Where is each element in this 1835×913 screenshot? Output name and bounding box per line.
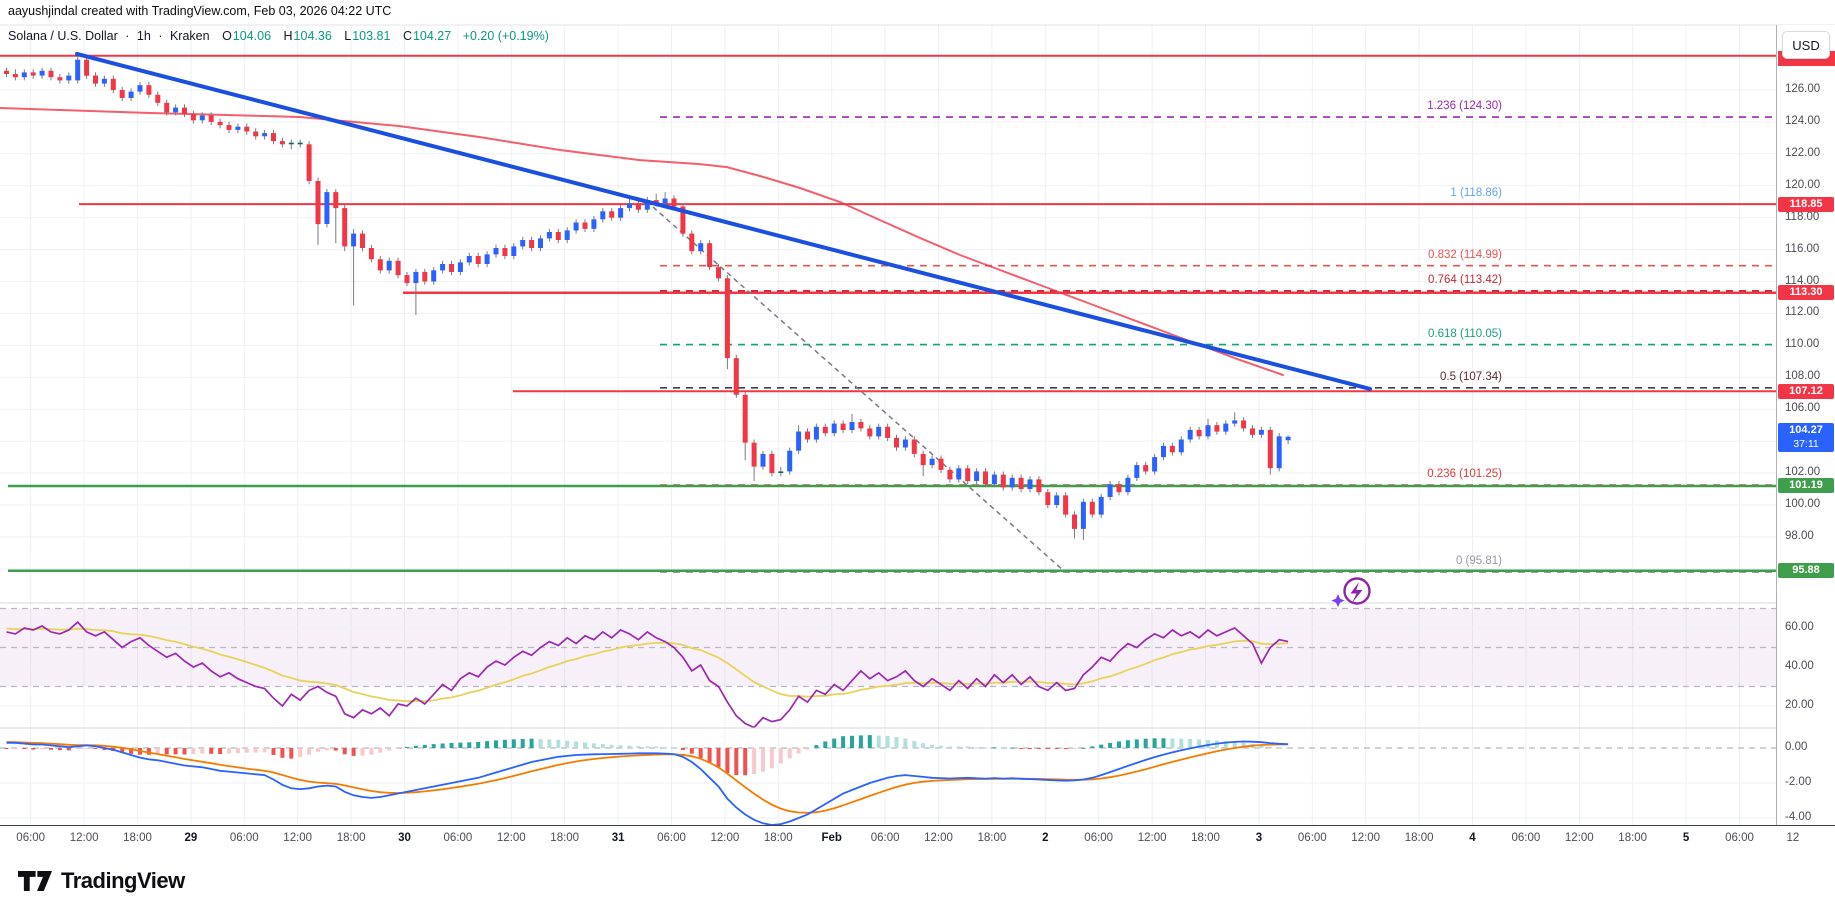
high-label: H: [283, 29, 293, 43]
price-line-label: 113.30: [1778, 285, 1834, 301]
symbol-name: Solana / U.S. Dollar: [8, 29, 118, 43]
time-label: 12: [1786, 832, 1800, 844]
time-label: 12:00: [924, 832, 953, 844]
price-tick-label: 108.00: [1785, 370, 1821, 383]
price-line-label: 118.85: [1778, 196, 1834, 212]
fib-level-label-0.5: 0.5 (107.34): [1439, 370, 1502, 383]
fib-level-label-1.236: 1.236 (124.30): [1427, 100, 1502, 113]
macd-tick-label: 0.00: [1785, 741, 1808, 753]
price-axis[interactable]: USD 126.00 124.00 122.00 120.00 118.00 116.00…: [1776, 25, 1835, 825]
time-label-major: 5: [1682, 832, 1690, 844]
time-label-major: 3: [1255, 832, 1263, 844]
price-tick-label: 116.00: [1785, 242, 1820, 255]
fib-level-label-0.618: 0.618 (110.05): [1428, 327, 1502, 340]
time-label: 18:00: [550, 832, 580, 844]
legend-separator: ·: [125, 29, 130, 43]
legend-separator: ·: [158, 29, 163, 43]
time-label: 12:00: [283, 832, 313, 844]
footer: TradingView: [0, 852, 1835, 913]
rsi-tick-label: 60.00: [1785, 621, 1814, 633]
bar-countdown: 37:11: [1793, 437, 1819, 450]
price-tick-label: 110.00: [1785, 338, 1820, 351]
tradingview-logo[interactable]: TradingView: [18, 866, 185, 896]
time-label: 12:00: [69, 832, 99, 844]
time-label: 06:00: [870, 832, 900, 844]
flash-sparkle-icon: [1330, 572, 1376, 615]
time-label: 06:00: [1084, 832, 1114, 844]
time-label: 06:00: [443, 832, 473, 844]
current-price-label: 104.27 37:11: [1778, 422, 1834, 452]
tradingview-logo-text: TradingView: [61, 868, 185, 893]
time-label: 06:00: [16, 832, 46, 844]
time-label: 18:00: [123, 832, 152, 844]
change-value: +0.20 (+0.19%): [462, 29, 549, 43]
time-label-major: 4: [1469, 832, 1476, 844]
time-label: 12:00: [1351, 832, 1381, 844]
price-tick-label: 118.00: [1785, 210, 1820, 223]
symbol-legend[interactable]: Solana / U.S. Dollar · 1h · Kraken O104.…: [8, 29, 549, 43]
time-label-major: Feb: [821, 832, 842, 844]
time-label: 06:00: [1511, 832, 1541, 844]
price-tick-label: 122.00: [1785, 146, 1821, 159]
fib-level-label-0.764: 0.764 (113.42): [1428, 273, 1502, 286]
time-label-major: 29: [184, 832, 198, 844]
time-label-major: 30: [398, 832, 411, 844]
time-label: 18:00: [1618, 832, 1648, 844]
time-label: 18:00: [336, 832, 366, 844]
price-tick-label: 126.00: [1785, 83, 1821, 95]
high-value: 104.36: [293, 29, 332, 43]
fib-level-label-1: 1 (118.86): [1450, 186, 1502, 199]
time-label: 12:00: [496, 832, 526, 844]
tradingview-logo-icon: [18, 871, 52, 891]
price-tick-label: 106.00: [1785, 402, 1821, 415]
currency-toggle-button[interactable]: USD: [1782, 31, 1830, 59]
close-label: C: [402, 29, 412, 43]
macd-tick-label: -2.00: [1785, 776, 1812, 788]
exchange-label: Kraken: [169, 29, 210, 43]
price-line-label: 95.88: [1778, 563, 1834, 579]
time-label: 06:00: [1297, 832, 1327, 844]
time-label: 12:00: [710, 832, 740, 844]
price-tick-label: 124.00: [1785, 114, 1821, 127]
time-label: 18:00: [763, 832, 793, 844]
time-axis[interactable]: 06:00 12:00 18:00 29 06:00 12:00 18:00 30 06:00 1…: [0, 825, 1835, 853]
low-value: 103.81: [352, 29, 391, 43]
time-label-major: 31: [611, 832, 625, 844]
price-line-label: 101.19: [1778, 478, 1834, 494]
time-label: 12:00: [1564, 832, 1594, 844]
price-tick-label: 100.00: [1785, 497, 1821, 510]
low-label: L: [344, 29, 352, 43]
interval-label: 1h: [136, 29, 151, 43]
price-tick-label: 102.00: [1785, 466, 1821, 479]
time-label: 18:00: [1191, 832, 1220, 844]
fib-level-label-0.832: 0.832 (114.99): [1428, 248, 1502, 261]
time-label: 06:00: [229, 832, 259, 844]
fib-level-label-0.236: 0.236 (101.25): [1427, 468, 1502, 480]
time-label: 06:00: [1725, 832, 1754, 844]
time-label: 06:00: [657, 832, 686, 844]
time-label: 18:00: [977, 832, 1007, 844]
time-label-major: 2: [1042, 832, 1049, 844]
close-value: 104.27: [412, 29, 452, 43]
time-label: 18:00: [1404, 832, 1434, 844]
rsi-tick-label: 20.00: [1785, 699, 1814, 711]
price-line-label: 107.12: [1778, 383, 1834, 399]
price-tick-label: 98.00: [1785, 529, 1814, 542]
price-tick-label: 112.00: [1785, 306, 1820, 319]
macd-tick-label: -4.00: [1785, 811, 1812, 823]
open-label: O: [222, 29, 232, 43]
rsi-tick-label: 40.00: [1785, 660, 1814, 672]
time-label: 12:00: [1137, 832, 1167, 844]
chart-canvas[interactable]: [0, 0, 1835, 913]
open-value: 104.06: [232, 29, 272, 43]
price-tick-label: 120.00: [1785, 178, 1821, 191]
fib-level-label-0: 0 (95.81): [1455, 554, 1502, 567]
tradingview-chart-snapshot: aayushjindal created with TradingView.co…: [0, 0, 1835, 913]
